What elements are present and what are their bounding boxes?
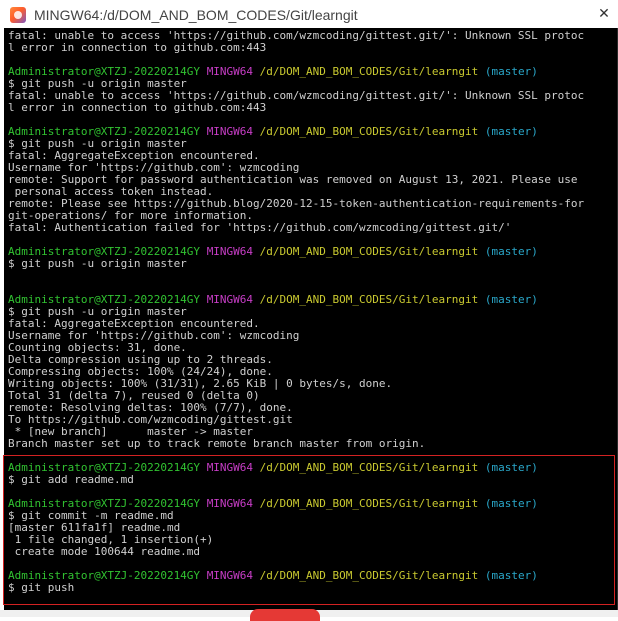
prompt-path: /d/DOM_AND_BOM_CODES/Git/learngit bbox=[259, 245, 479, 258]
output-line: l error in connection to github.com:443 bbox=[8, 41, 267, 54]
output-line: fatal: Authentication failed for 'https:… bbox=[8, 221, 512, 234]
mingw-app-icon bbox=[10, 7, 26, 23]
prompt-branch: (master) bbox=[484, 245, 538, 258]
window-title: MINGW64:/d/DOM_AND_BOM_CODES/Git/learngi… bbox=[34, 7, 358, 23]
prompt-branch: (master) bbox=[484, 65, 538, 78]
title-bar[interactable]: MINGW64:/d/DOM_AND_BOM_CODES/Git/learngi… bbox=[0, 0, 618, 30]
prompt-path: /d/DOM_AND_BOM_CODES/Git/learngit bbox=[259, 125, 479, 138]
prompt-branch: (master) bbox=[484, 125, 538, 138]
terminal-window: MINGW64:/d/DOM_AND_BOM_CODES/Git/learngi… bbox=[0, 0, 618, 621]
close-button[interactable]: ✕ bbox=[596, 6, 612, 22]
prompt-msystem: MINGW64 bbox=[206, 293, 254, 306]
output-line: Branch master set up to track remote bra… bbox=[8, 437, 426, 450]
prompt-msystem: MINGW64 bbox=[206, 65, 254, 78]
highlight-annotation-box bbox=[3, 455, 615, 605]
prompt-branch: (master) bbox=[484, 293, 538, 306]
prompt-path: /d/DOM_AND_BOM_CODES/Git/learngit bbox=[259, 65, 479, 78]
command-line: $ git push -u origin master bbox=[8, 257, 187, 270]
prompt-msystem: MINGW64 bbox=[206, 245, 254, 258]
prompt-path: /d/DOM_AND_BOM_CODES/Git/learngit bbox=[259, 293, 479, 306]
prompt-msystem: MINGW64 bbox=[206, 125, 254, 138]
output-line: l error in connection to github.com:443 bbox=[8, 101, 267, 114]
red-overlay-badge bbox=[250, 609, 320, 621]
